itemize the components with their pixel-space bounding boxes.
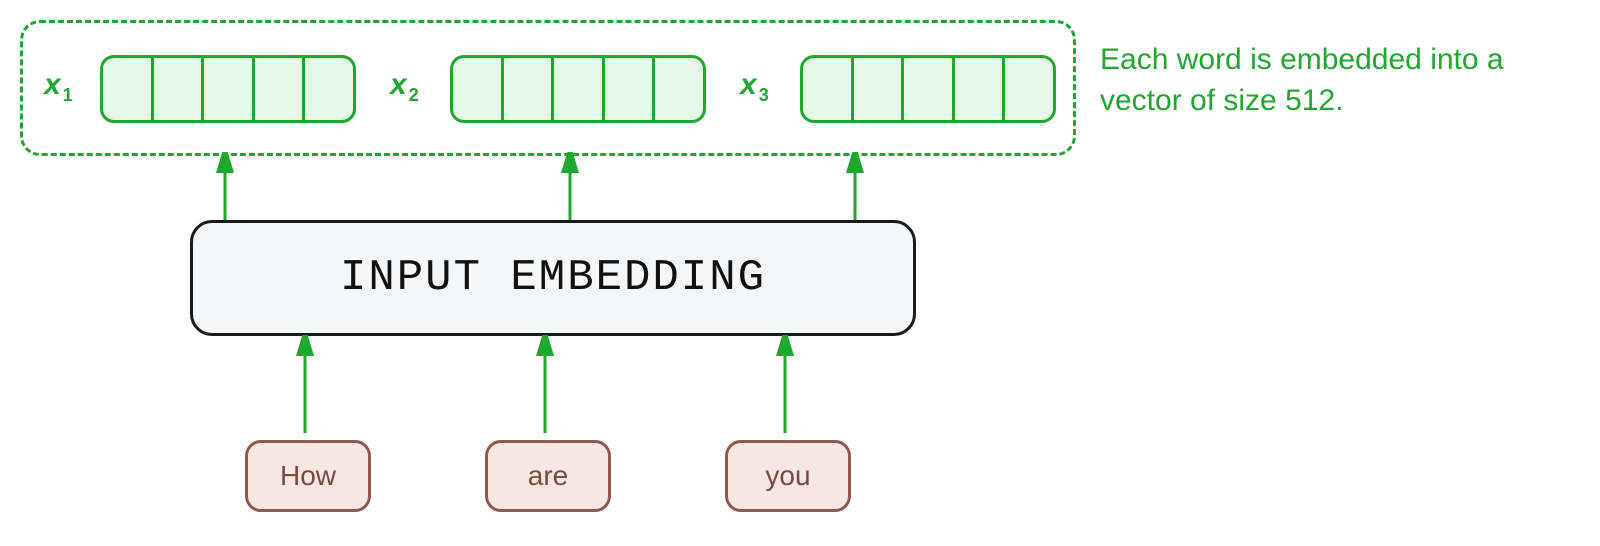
vector-label-x2: x2 [390,68,419,106]
vector-label-x3: x3 [740,68,769,106]
embedding-vector-3 [800,55,1056,123]
vector-cell [605,58,656,120]
arrow-up-icon [530,335,560,435]
vector-symbol: x [740,68,757,101]
vector-cell [955,58,1006,120]
arrow-up-icon [210,152,240,222]
vector-cell [554,58,605,120]
word-text: you [765,460,810,492]
input-embedding-block: INPUT EMBEDDING [190,220,916,336]
vector-cell [305,58,353,120]
vector-cell [453,58,504,120]
vector-cell [204,58,255,120]
diagram-canvas: x1 x2 x3 Each word is embedded into a ve… [0,0,1600,546]
input-embedding-label: INPUT EMBEDDING [340,253,766,303]
vector-cell [255,58,306,120]
word-text: How [280,460,336,492]
vector-subscript: 2 [407,85,419,105]
caption-text: Each word is embedded into a vector of s… [1100,40,1580,121]
vector-cell [803,58,854,120]
vector-subscript: 1 [61,85,73,105]
vector-cell [655,58,703,120]
embedding-vector-1 [100,55,356,123]
vector-symbol: x [44,68,61,101]
vector-cell [504,58,555,120]
arrow-up-icon [555,152,585,222]
vector-cell [904,58,955,120]
arrow-up-icon [290,335,320,435]
embedding-vector-2 [450,55,706,123]
vector-subscript: 3 [757,85,769,105]
input-word-3: you [725,440,851,512]
word-text: are [528,460,568,492]
vector-label-x1: x1 [44,68,73,106]
vector-cell [154,58,205,120]
vector-cell [103,58,154,120]
vector-cell [854,58,905,120]
input-word-1: How [245,440,371,512]
arrow-up-icon [840,152,870,222]
vector-cell [1005,58,1053,120]
arrow-up-icon [770,335,800,435]
input-word-2: are [485,440,611,512]
vector-symbol: x [390,68,407,101]
